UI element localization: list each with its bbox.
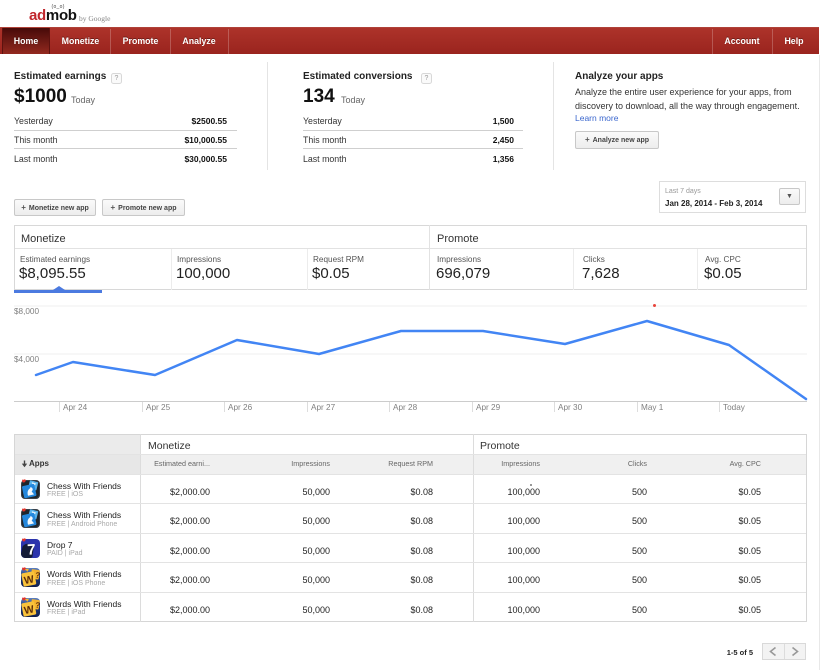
svg-text:$4,000: $4,000 — [14, 355, 39, 364]
svg-text:$8,000: $8,000 — [14, 307, 39, 316]
svg-text:Apr 24: Apr 24 — [63, 403, 88, 412]
svg-text:Today: Today — [723, 403, 746, 412]
svg-text:May 1: May 1 — [641, 403, 664, 412]
svg-text:Apr 25: Apr 25 — [146, 403, 171, 412]
svg-text:?: ? — [35, 600, 41, 610]
svg-text:Apr 26: Apr 26 — [228, 403, 253, 412]
svg-text:Apr 27: Apr 27 — [311, 403, 336, 412]
svg-text:Apr 29: Apr 29 — [476, 403, 501, 412]
svg-text:7: 7 — [27, 541, 36, 558]
svg-text:Apr 30: Apr 30 — [558, 403, 583, 412]
svg-text:?: ? — [35, 571, 41, 581]
svg-text:Apr 28: Apr 28 — [393, 403, 418, 412]
